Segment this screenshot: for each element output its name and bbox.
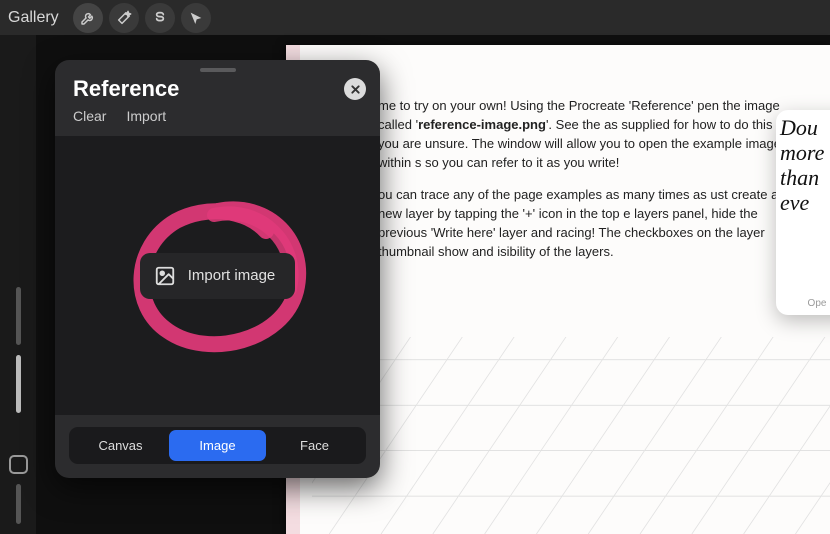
wrench-tool[interactable] <box>73 3 103 33</box>
reference-panel-body: Import image <box>55 136 380 415</box>
preview-footer-label: Ope <box>776 294 830 315</box>
reference-source-segmented: Canvas Image Face <box>69 427 366 464</box>
clear-action[interactable]: Clear <box>73 108 106 124</box>
panel-grabber[interactable] <box>200 68 236 72</box>
reference-panel: Reference Clear Import Import image Canv… <box>55 60 380 478</box>
slider-thumb[interactable] <box>16 355 21 413</box>
wand-icon <box>116 10 132 26</box>
undo-icon[interactable] <box>9 455 28 474</box>
slider-track[interactable] <box>16 287 21 345</box>
reference-panel-title: Reference <box>73 76 362 102</box>
wrench-icon <box>80 10 96 26</box>
preview-glyphs: Dou more than eve <box>776 110 830 294</box>
slider-track-2[interactable] <box>16 484 21 524</box>
gallery-button[interactable]: Gallery <box>8 9 59 27</box>
wand-tool[interactable] <box>109 3 139 33</box>
reference-preview-card[interactable]: Dou more than eve Ope <box>776 110 830 315</box>
segment-image[interactable]: Image <box>169 430 266 461</box>
s-tool[interactable] <box>145 3 175 33</box>
import-image-label: Import image <box>188 267 276 284</box>
close-button[interactable] <box>344 78 366 100</box>
s-icon <box>152 10 168 26</box>
import-action[interactable]: Import <box>126 108 166 124</box>
pointer-icon <box>188 10 204 26</box>
close-icon <box>350 84 361 95</box>
document-body-text: me to try on your own! Using the Procrea… <box>378 97 790 276</box>
top-toolbar: Gallery <box>0 0 830 35</box>
segment-face[interactable]: Face <box>266 430 363 461</box>
import-image-button[interactable]: Import image <box>140 253 296 299</box>
practice-guidelines <box>312 337 830 534</box>
left-sidebar-rail <box>0 35 36 534</box>
image-icon <box>154 265 176 287</box>
pointer-tool[interactable] <box>181 3 211 33</box>
segment-canvas[interactable]: Canvas <box>72 430 169 461</box>
